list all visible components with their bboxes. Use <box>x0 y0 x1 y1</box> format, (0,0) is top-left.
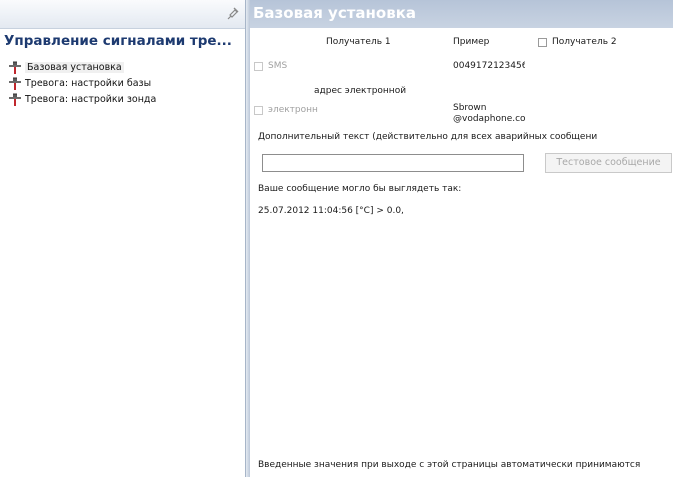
sms-example: 00491721234567 <box>453 61 525 71</box>
plug-icon <box>9 77 21 90</box>
navigation-pane: Управление сигналами тре... Базовая уста… <box>0 0 246 477</box>
email-label: электронн <box>268 105 318 115</box>
tree-item-basic-settings[interactable]: Базовая установка <box>8 60 243 76</box>
settings-pane: Базовая установка Получатель 1 Пример По… <box>250 0 673 477</box>
email-address-label: адрес электронной <box>314 86 407 96</box>
tree-item-label: Тревога: настройки базы <box>25 78 152 89</box>
test-message-button[interactable]: Тестовое сообщение <box>545 153 672 173</box>
tree-item-alarm-probe-settings[interactable]: Тревога: настройки зонда <box>8 92 243 108</box>
recipient2-label: Получатель 2 <box>552 37 617 47</box>
preview-text: 25.07.2012 11:04:56 [°C] > 0.0, <box>258 206 404 216</box>
tree-item-alarm-base-settings[interactable]: Тревога: настройки базы <box>8 76 243 92</box>
pin-icon[interactable] <box>225 4 241 20</box>
email-checkbox[interactable] <box>254 106 263 115</box>
navigation-tree: Базовая установка Тревога: настройки баз… <box>8 60 243 108</box>
additional-text-label: Дополнительный текст (действительно для … <box>258 132 598 142</box>
navigation-toolbar <box>0 0 245 29</box>
email-example-line1: Sbrown <box>453 103 487 113</box>
tree-item-label: Базовая установка <box>25 62 124 73</box>
additional-text-input[interactable] <box>262 154 524 172</box>
example-header: Пример <box>453 37 490 47</box>
email-example-line2: @vodaphone.co <box>453 114 526 124</box>
page-title: Базовая установка <box>253 4 416 22</box>
tree-item-label: Тревога: настройки зонда <box>25 94 157 105</box>
plug-icon <box>9 61 21 74</box>
sms-label: SMS <box>268 61 288 71</box>
plug-icon <box>9 93 21 106</box>
sms-checkbox[interactable] <box>254 62 263 71</box>
recipient1-header: Получатель 1 <box>326 37 391 47</box>
settings-header: Базовая установка <box>250 0 673 28</box>
preview-label: Ваше сообщение могло бы выглядеть так: <box>258 184 462 194</box>
navigation-title: Управление сигналами тре... <box>4 33 232 49</box>
footer-note: Введенные значения при выходе с этой стр… <box>258 460 641 470</box>
recipient2-checkbox[interactable] <box>538 38 547 47</box>
